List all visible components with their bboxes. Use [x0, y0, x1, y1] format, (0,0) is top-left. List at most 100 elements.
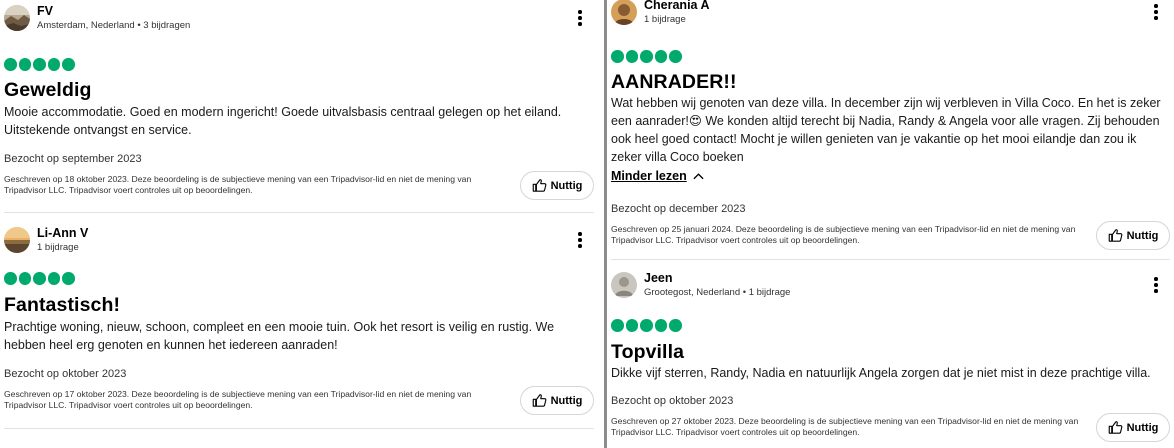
rating-bubble-icon — [62, 272, 75, 285]
user-info: Jeen Grootegost, Nederland • 1 bijdrage — [644, 271, 790, 299]
rating-bubble-icon — [62, 58, 75, 71]
user-name[interactable]: FV — [37, 4, 190, 19]
helpful-label: Nuttig — [550, 394, 583, 407]
helpful-button[interactable]: Nuttig — [520, 171, 594, 200]
dot-icon — [578, 10, 582, 14]
review-divider — [4, 428, 594, 429]
review-disclaimer: Geschreven op 17 oktober 2023. Deze beoo… — [4, 389, 472, 410]
rating-bubble-icon — [669, 50, 682, 63]
rating-bubble-icon — [625, 50, 638, 63]
visit-date: Bezocht op december 2023 — [611, 203, 746, 215]
user-info: Cherania A 1 bijdrage — [644, 0, 710, 26]
review-header: Jeen Grootegost, Nederland • 1 bijdrage — [611, 268, 1170, 302]
review-disclaimer: Geschreven op 18 oktober 2023. Deze beoo… — [4, 174, 472, 195]
review-header: Li-Ann V 1 bijdrage — [4, 223, 594, 257]
review-footer: Geschreven op 17 oktober 2023. Deze beoo… — [4, 386, 594, 415]
rating-bubble-icon — [625, 319, 638, 332]
user-avatar[interactable] — [611, 272, 637, 298]
user-info: FV Amsterdam, Nederland • 3 bijdragen — [37, 4, 190, 32]
more-options-button[interactable] — [572, 230, 588, 250]
user-meta: Grootegost, Nederland • 1 bijdrage — [644, 287, 791, 298]
rating-bubbles — [4, 58, 594, 71]
dot-icon — [578, 232, 582, 236]
helpful-button[interactable]: Nuttig — [520, 386, 594, 415]
thumbs-up-icon — [532, 394, 547, 407]
rating-bubble-icon — [47, 272, 60, 285]
review-divider — [611, 259, 1170, 260]
helpful-label: Nuttig — [1126, 421, 1159, 434]
review-card: Cherania A 1 bijdrage AANRADER!! Wat heb… — [607, 0, 1174, 250]
user-meta: 1 bijdrage — [644, 14, 686, 25]
user-avatar[interactable] — [4, 227, 30, 253]
thumbs-up-icon — [1108, 421, 1123, 434]
rating-bubble-icon — [4, 58, 17, 71]
review-body: Mooie accommodatie. Goed en modern inger… — [4, 105, 562, 137]
user-avatar[interactable] — [611, 0, 637, 25]
rating-bubble-icon — [654, 50, 667, 63]
visit-date: Bezocht op september 2023 — [4, 153, 142, 165]
rating-bubble-icon — [33, 272, 46, 285]
user-name[interactable]: Jeen — [644, 271, 790, 286]
rating-bubbles — [611, 319, 1170, 332]
rating-bubble-icon — [611, 319, 624, 332]
helpful-label: Nuttig — [550, 179, 583, 192]
rating-bubbles — [611, 50, 1170, 63]
rating-bubble-icon — [669, 319, 682, 332]
thumbs-up-icon — [532, 179, 547, 192]
rating-bubble-icon — [654, 319, 667, 332]
review-header: FV Amsterdam, Nederland • 3 bijdragen — [4, 1, 594, 35]
rating-bubbles — [4, 272, 594, 285]
dot-icon — [578, 244, 582, 248]
review-footer: Geschreven op 27 oktober 2023. Deze beoo… — [611, 413, 1170, 442]
read-less-link[interactable]: Minder lezen — [611, 168, 704, 184]
dot-icon — [578, 22, 582, 26]
review-header: Cherania A 1 bijdrage — [611, 0, 1170, 29]
rating-bubble-icon — [18, 272, 31, 285]
visit-date: Bezocht op oktober 2023 — [4, 368, 127, 380]
helpful-button[interactable]: Nuttig — [1096, 413, 1170, 442]
rating-bubble-icon — [33, 58, 46, 71]
review-footer: Geschreven op 18 oktober 2023. Deze beoo… — [4, 171, 594, 200]
avatar-landscape-icon — [4, 5, 30, 31]
review-body: Dikke vijf sterren, Randy, Nadia en natu… — [611, 366, 1151, 380]
helpful-label: Nuttig — [1126, 229, 1159, 242]
thumbs-up-icon — [1108, 229, 1123, 242]
review-title[interactable]: Topvilla — [611, 340, 1170, 364]
review-title[interactable]: Fantastisch! — [4, 293, 594, 317]
review-card: Li-Ann V 1 bijdrage Fantastisch! Prachti… — [0, 223, 604, 415]
rating-bubble-icon — [640, 50, 653, 63]
user-meta: 1 bijdrage — [37, 242, 79, 253]
rating-bubble-icon — [47, 58, 60, 71]
avatar-default-icon — [611, 272, 637, 298]
review-card: Jeen Grootegost, Nederland • 1 bijdrage … — [607, 268, 1174, 442]
visit-date: Bezocht op oktober 2023 — [611, 395, 734, 407]
dot-icon — [1154, 277, 1158, 281]
more-options-button[interactable] — [1148, 2, 1164, 22]
reviews-column-left: FV Amsterdam, Nederland • 3 bijdragen Ge… — [0, 0, 604, 448]
user-avatar[interactable] — [4, 5, 30, 31]
chevron-up-icon — [693, 173, 704, 180]
avatar-sunset-icon — [4, 227, 30, 253]
helpful-button[interactable]: Nuttig — [1096, 221, 1170, 250]
user-name[interactable]: Cherania A — [644, 0, 710, 13]
user-info: Li-Ann V 1 bijdrage — [37, 226, 88, 254]
user-name[interactable]: Li-Ann V — [37, 226, 88, 241]
more-options-button[interactable] — [572, 8, 588, 28]
rating-bubble-icon — [18, 58, 31, 71]
dot-icon — [1154, 283, 1158, 287]
more-options-button[interactable] — [1148, 275, 1164, 295]
review-body: Prachtige woning, nieuw, schoon, complee… — [4, 320, 555, 352]
rating-bubble-icon — [611, 50, 624, 63]
review-card: FV Amsterdam, Nederland • 3 bijdragen Ge… — [0, 0, 604, 200]
review-title[interactable]: Geweldig — [4, 78, 594, 102]
rating-bubble-icon — [640, 319, 653, 332]
review-title[interactable]: AANRADER!! — [611, 70, 1170, 94]
reviews-column-right: Cherania A 1 bijdrage AANRADER!! Wat heb… — [607, 0, 1174, 448]
dot-icon — [578, 238, 582, 242]
review-disclaimer: Geschreven op 27 oktober 2023. Deze beoo… — [611, 416, 1079, 437]
review-footer: Geschreven op 25 januari 2024. Deze beoo… — [611, 221, 1170, 250]
avatar-portrait-icon — [611, 0, 637, 25]
review-divider — [4, 212, 594, 213]
user-meta: Amsterdam, Nederland • 3 bijdragen — [37, 20, 191, 31]
review-disclaimer: Geschreven op 25 januari 2024. Deze beoo… — [611, 224, 1076, 245]
